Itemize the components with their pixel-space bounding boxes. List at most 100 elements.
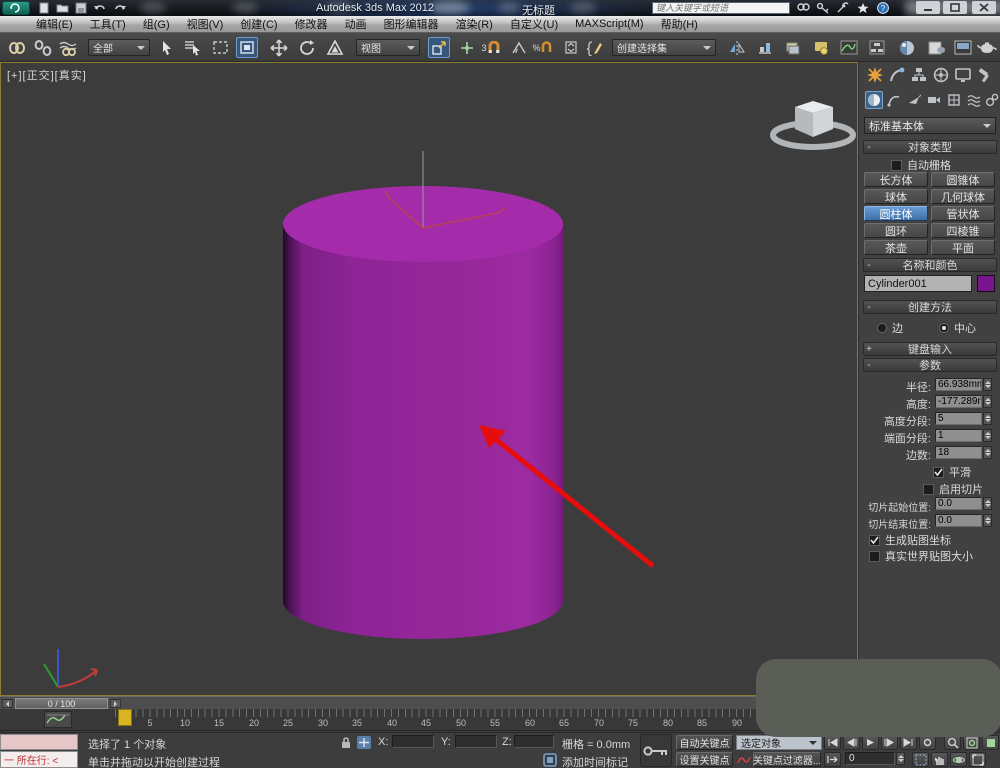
- use-pivot-point-icon[interactable]: [428, 37, 450, 58]
- search-input[interactable]: [652, 2, 790, 14]
- previous-frame-arrow[interactable]: [2, 699, 13, 708]
- checkbox-box[interactable]: [891, 160, 902, 171]
- select-by-name-icon[interactable]: [182, 37, 204, 58]
- snaps-toggle-icon[interactable]: 3: [478, 37, 504, 58]
- viewcube[interactable]: [773, 101, 853, 147]
- layer-manager-icon[interactable]: [782, 37, 804, 58]
- subtab-cameras[interactable]: [925, 91, 943, 109]
- percent-snap-icon[interactable]: %: [530, 37, 556, 58]
- checkbox-box[interactable]: [869, 535, 880, 546]
- timeline-ruler[interactable]: 5 10 15 20 25 30 35 40 45 50 55 60 65 70…: [115, 709, 857, 731]
- pan-hand-icon[interactable]: [931, 752, 948, 767]
- button-box[interactable]: 长方体: [864, 172, 928, 187]
- radius-spinner[interactable]: [983, 378, 992, 391]
- menu-rendering[interactable]: 渲染(R): [456, 16, 493, 32]
- spinner-snap-icon[interactable]: [560, 37, 582, 58]
- height-field[interactable]: -177.289mm: [935, 395, 982, 408]
- primitive-category-dropdown[interactable]: 标准基本体: [864, 117, 996, 134]
- select-object-icon[interactable]: [156, 37, 178, 58]
- y-coordinate-field[interactable]: [455, 735, 497, 748]
- slice-to-spinner[interactable]: [983, 514, 992, 527]
- menu-tools[interactable]: 工具(T): [90, 16, 126, 32]
- isolate-mode-icon[interactable]: [543, 753, 557, 767]
- height-segs-field[interactable]: 5: [935, 412, 982, 425]
- maxscript-listener-line[interactable]: 一 所在行: <: [0, 751, 78, 768]
- absolute-relative-coords-icon[interactable]: [357, 736, 371, 749]
- help-icon[interactable]: ?: [876, 2, 892, 14]
- menu-customize[interactable]: 自定义(U): [510, 16, 558, 32]
- go-to-start-button[interactable]: [824, 735, 841, 750]
- maxscript-mini-listener[interactable]: [0, 734, 78, 750]
- menu-graph-editors[interactable]: 图形编辑器: [384, 16, 439, 32]
- rectangular-selection-region-icon[interactable]: [210, 37, 232, 58]
- tab-create[interactable]: [865, 65, 884, 84]
- sides-field[interactable]: 18: [935, 446, 982, 459]
- height-segs-spinner[interactable]: [983, 412, 992, 425]
- maximize-viewport-toggle-icon[interactable]: [969, 752, 986, 767]
- tab-utilities[interactable]: [975, 65, 994, 84]
- smooth-checkbox[interactable]: 平滑: [933, 464, 971, 480]
- add-time-tag[interactable]: 添加时间标记: [562, 754, 628, 768]
- unlink-selection-icon[interactable]: [32, 37, 54, 58]
- next-frame-arrow[interactable]: [110, 699, 121, 708]
- edit-named-selection-sets-icon[interactable]: [584, 37, 606, 58]
- select-and-scale-icon[interactable]: [324, 37, 346, 58]
- rendered-frame-window-icon[interactable]: [952, 37, 974, 58]
- rollout-creation-method[interactable]: - 创建方法: [863, 300, 997, 314]
- subtab-lights[interactable]: [905, 91, 923, 109]
- perspective-viewport[interactable]: [+][正交][真实]: [0, 62, 858, 696]
- rollout-keyboard-entry[interactable]: + 键盘输入: [863, 342, 997, 356]
- subtab-space-warps[interactable]: [965, 91, 983, 109]
- selection-filter-dropdown[interactable]: 全部: [88, 39, 150, 56]
- generate-mapping-checkbox[interactable]: 生成贴图坐标: [869, 532, 951, 548]
- curve-editor-icon[interactable]: [838, 37, 860, 58]
- radius-field[interactable]: 66.938mm: [935, 378, 982, 391]
- next-frame-button[interactable]: [881, 735, 898, 750]
- cylinder-object[interactable]: [283, 186, 563, 639]
- x-coordinate-field[interactable]: [392, 735, 434, 748]
- radio-circle[interactable]: [877, 323, 887, 333]
- reference-coordinate-dropdown[interactable]: 视图: [356, 39, 420, 56]
- subtab-shapes[interactable]: [885, 91, 903, 109]
- object-name-field[interactable]: [864, 275, 972, 292]
- select-and-rotate-icon[interactable]: [296, 37, 318, 58]
- angle-snap-icon[interactable]: [508, 37, 530, 58]
- render-production-icon[interactable]: [976, 37, 998, 58]
- z-coordinate-field[interactable]: [514, 735, 554, 748]
- radio-circle[interactable]: [939, 323, 949, 333]
- favorites-star-icon[interactable]: [856, 2, 872, 14]
- open-file-icon[interactable]: [56, 2, 71, 14]
- undo-icon[interactable]: [93, 2, 108, 14]
- selected-filter-dropdown[interactable]: 选定对象: [736, 735, 822, 750]
- communication-center-icon[interactable]: [836, 2, 852, 14]
- zoom-extents-icon[interactable]: [982, 735, 999, 750]
- tab-motion[interactable]: [931, 65, 950, 84]
- button-tube[interactable]: 管状体: [931, 206, 995, 221]
- key-filters-button[interactable]: 关键点过滤器...: [753, 752, 821, 767]
- radio-edge[interactable]: 边: [877, 320, 903, 336]
- window-crossing-toggle-icon[interactable]: [236, 37, 258, 58]
- minimize-button[interactable]: [916, 1, 940, 14]
- redo-icon[interactable]: [113, 2, 128, 14]
- selection-lock-icon[interactable]: [340, 736, 352, 749]
- auto-key-button[interactable]: 自动关键点: [676, 735, 733, 750]
- menu-animation[interactable]: 动画: [345, 16, 367, 32]
- menu-views[interactable]: 视图(V): [187, 16, 224, 32]
- button-torus[interactable]: 圆环: [864, 223, 928, 238]
- set-key-curve-icon[interactable]: [737, 753, 751, 766]
- frame-spinner[interactable]: [896, 752, 905, 765]
- button-pyramid[interactable]: 四棱锥: [931, 223, 995, 238]
- maximize-button[interactable]: [943, 1, 967, 14]
- menu-maxscript[interactable]: MAXScript(M): [575, 18, 643, 30]
- orbit-icon[interactable]: [950, 752, 967, 767]
- key-step-icon[interactable]: [824, 752, 841, 767]
- select-and-move-icon[interactable]: [268, 37, 290, 58]
- button-sphere[interactable]: 球体: [864, 189, 928, 204]
- align-icon[interactable]: [754, 37, 776, 58]
- button-cylinder[interactable]: 圆柱体: [864, 206, 928, 221]
- button-plane[interactable]: 平面: [931, 240, 995, 255]
- close-button[interactable]: [972, 1, 996, 14]
- cap-segs-field[interactable]: 1: [935, 429, 982, 442]
- rollout-name-color[interactable]: - 名称和颜色: [863, 258, 997, 272]
- slice-from-spinner[interactable]: [983, 497, 992, 510]
